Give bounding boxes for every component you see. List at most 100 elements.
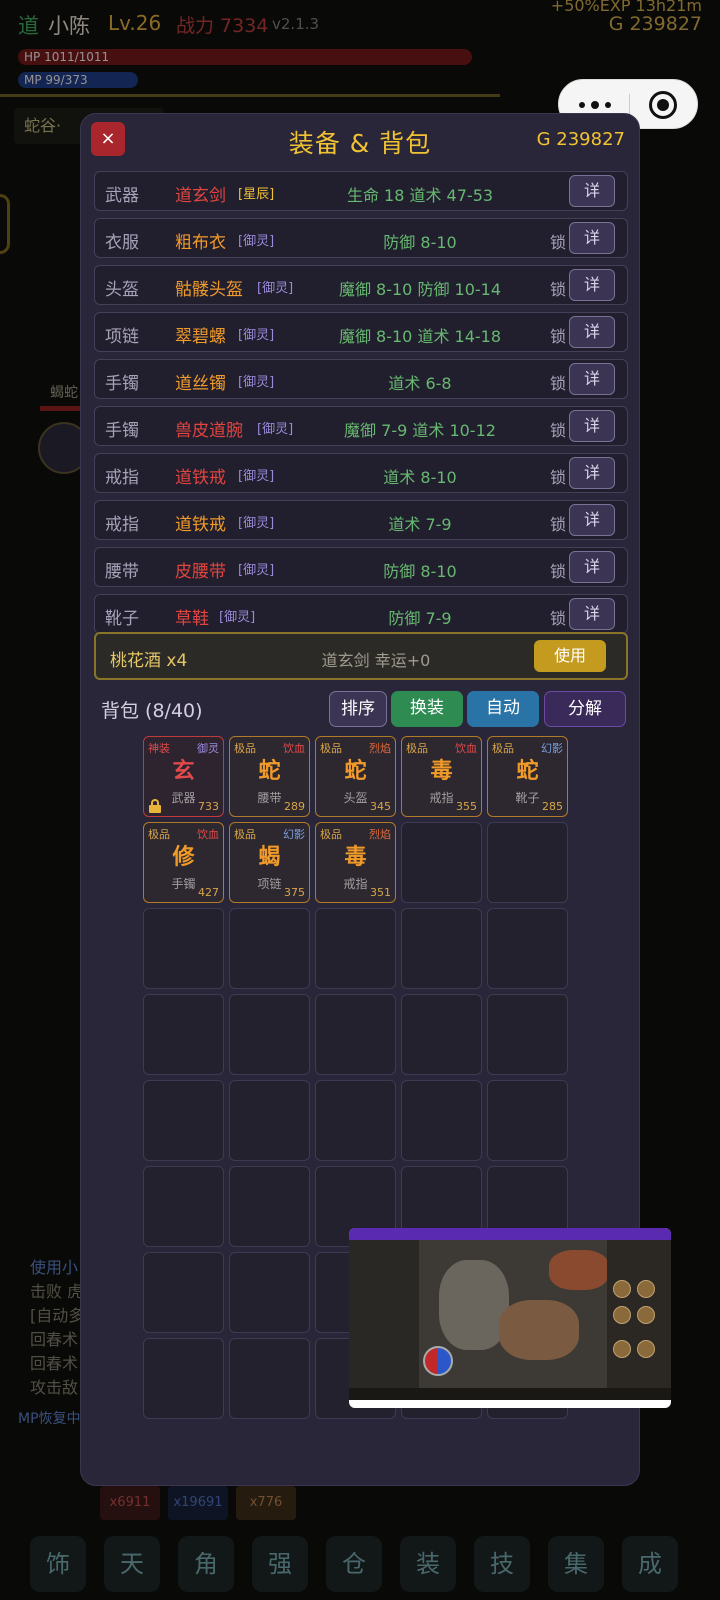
bag-slot-empty[interactable]	[143, 1338, 224, 1419]
item-stats: 道术 7-9	[388, 515, 452, 534]
item-tag: [御灵]	[238, 234, 275, 249]
pip-right-panel	[607, 1240, 671, 1388]
bag-slot-empty[interactable]	[229, 1080, 310, 1161]
use-potion-button[interactable]: 使用	[534, 640, 606, 672]
lock-label[interactable]: 锁	[550, 323, 566, 347]
sort-button[interactable]: 排序	[329, 691, 387, 727]
bag-slot-empty[interactable]	[401, 994, 482, 1075]
item-name[interactable]: 骷髅头盔	[175, 275, 243, 300]
item-stats: 道术 8-10	[383, 468, 457, 487]
auto-button[interactable]: 自动	[467, 691, 539, 727]
bag-slot-empty[interactable]	[487, 1080, 568, 1161]
bag-slot-empty[interactable]	[401, 908, 482, 989]
item-stats: 魔御 8-10 防御 10-14	[338, 280, 502, 299]
bag-slot-empty[interactable]	[487, 908, 568, 989]
video-pip-window[interactable]	[349, 1228, 671, 1408]
item-score: 375	[284, 886, 305, 899]
slot-label: 项链	[105, 327, 139, 347]
lock-label[interactable]: 锁	[550, 558, 566, 582]
pip-hp-mp-orb	[423, 1346, 453, 1376]
slot-label: 武器	[105, 186, 139, 206]
equip-row: 戒指 道铁戒 [御灵] 道术 8-10 锁详	[94, 453, 628, 493]
decompose-button[interactable]: 分解	[544, 691, 626, 727]
bag-slot-empty[interactable]	[229, 994, 310, 1075]
bag-item[interactable]: 极品 烈焰蛇头盔 345	[315, 736, 396, 817]
bag-item[interactable]: 极品 饮血毒戒指 355	[401, 736, 482, 817]
detail-button[interactable]: 详	[569, 410, 615, 442]
bag-slot-empty[interactable]	[401, 1080, 482, 1161]
item-name[interactable]: 兽皮道腕	[175, 416, 243, 441]
slot-label: 手镯	[105, 421, 139, 441]
item-name[interactable]: 皮腰带	[175, 557, 226, 582]
equip-row: 戒指 道铁戒 [御灵] 道术 7-9 锁详	[94, 500, 628, 540]
bag-slot-empty[interactable]	[143, 908, 224, 989]
item-name[interactable]: 道玄剑	[175, 181, 226, 206]
item-score: 355	[456, 800, 477, 813]
bag-item[interactable]: 神装 御灵玄武器 733	[143, 736, 224, 817]
item-name[interactable]: 翠碧螺	[175, 322, 226, 347]
bag-slot-empty[interactable]	[315, 908, 396, 989]
pip-left-panel	[349, 1240, 419, 1388]
item-name[interactable]: 道铁戒	[175, 463, 226, 488]
item-glyph: 毒	[430, 759, 453, 784]
lock-label[interactable]: 锁	[550, 276, 566, 300]
item-stats: 防御 7-9	[388, 609, 452, 628]
exit-circle-icon[interactable]	[649, 91, 677, 119]
bag-slot-empty[interactable]	[229, 908, 310, 989]
equip-row: 衣服 粗布衣 [御灵] 防御 8-10 锁详	[94, 218, 628, 258]
lock-label[interactable]: 锁	[550, 370, 566, 394]
swap-equip-button[interactable]: 换装	[391, 691, 463, 727]
detail-button[interactable]: 详	[569, 457, 615, 489]
panel-gold: G 239827	[536, 129, 625, 150]
detail-button[interactable]: 详	[569, 363, 615, 395]
bag-item[interactable]: 极品 幻影蛇靴子 285	[487, 736, 568, 817]
lock-label[interactable]: 锁	[550, 417, 566, 441]
bag-slot-empty[interactable]	[487, 822, 568, 903]
bag-slot-empty[interactable]	[143, 994, 224, 1075]
lock-label[interactable]: 锁	[550, 511, 566, 535]
lock-label[interactable]: 锁	[550, 229, 566, 253]
bag-item[interactable]: 极品 饮血蛇腰带 289	[229, 736, 310, 817]
detail-button[interactable]: 详	[569, 175, 615, 207]
bag-slot-empty[interactable]	[143, 1252, 224, 1333]
bag-title: 背包 (8/40)	[101, 700, 203, 722]
bag-slot-empty[interactable]	[315, 1080, 396, 1161]
item-name[interactable]: 道铁戒	[175, 510, 226, 535]
detail-button[interactable]: 详	[569, 598, 615, 630]
slot-label: 靴子	[105, 609, 139, 629]
item-name[interactable]: 道丝镯	[175, 369, 226, 394]
bag-slot-empty[interactable]	[229, 1252, 310, 1333]
item-glyph: 玄	[172, 759, 195, 784]
item-stats: 道术 6-8	[388, 374, 452, 393]
bag-slot-empty[interactable]	[487, 994, 568, 1075]
bag-item[interactable]: 极品 幻影蝎项链 375	[229, 822, 310, 903]
bag-slot-empty[interactable]	[401, 822, 482, 903]
item-name[interactable]: 粗布衣	[175, 228, 226, 253]
detail-button[interactable]: 详	[569, 316, 615, 348]
detail-button[interactable]: 详	[569, 504, 615, 536]
equip-row: 头盔 骷髅头盔 [御灵] 魔御 8-10 防御 10-14 锁详	[94, 265, 628, 305]
item-tag: [御灵]	[238, 563, 275, 578]
detail-button[interactable]: 详	[569, 269, 615, 301]
equip-row: 手镯 兽皮道腕 [御灵] 魔御 7-9 道术 10-12 锁详	[94, 406, 628, 446]
bag-slot-empty[interactable]	[229, 1166, 310, 1247]
slot-label: 戒指	[105, 515, 139, 535]
item-score: 427	[198, 886, 219, 899]
item-name[interactable]: 草鞋	[175, 604, 209, 629]
detail-button[interactable]: 详	[569, 551, 615, 583]
item-glyph: 毒	[344, 845, 367, 870]
more-dots-icon[interactable]	[579, 96, 613, 114]
bag-slot-empty[interactable]	[143, 1166, 224, 1247]
equip-row: 腰带 皮腰带 [御灵] 防御 8-10 锁详	[94, 547, 628, 587]
item-tag: [御灵]	[238, 375, 275, 390]
slot-label: 戒指	[105, 468, 139, 488]
bag-slot-empty[interactable]	[143, 1080, 224, 1161]
item-tag: [御灵]	[238, 328, 275, 343]
bag-item[interactable]: 极品 烈焰毒戒指 351	[315, 822, 396, 903]
bag-slot-empty[interactable]	[229, 1338, 310, 1419]
detail-button[interactable]: 详	[569, 222, 615, 254]
lock-label[interactable]: 锁	[550, 605, 566, 629]
bag-item[interactable]: 极品 饮血修手镯 427	[143, 822, 224, 903]
bag-slot-empty[interactable]	[315, 994, 396, 1075]
lock-label[interactable]: 锁	[550, 464, 566, 488]
